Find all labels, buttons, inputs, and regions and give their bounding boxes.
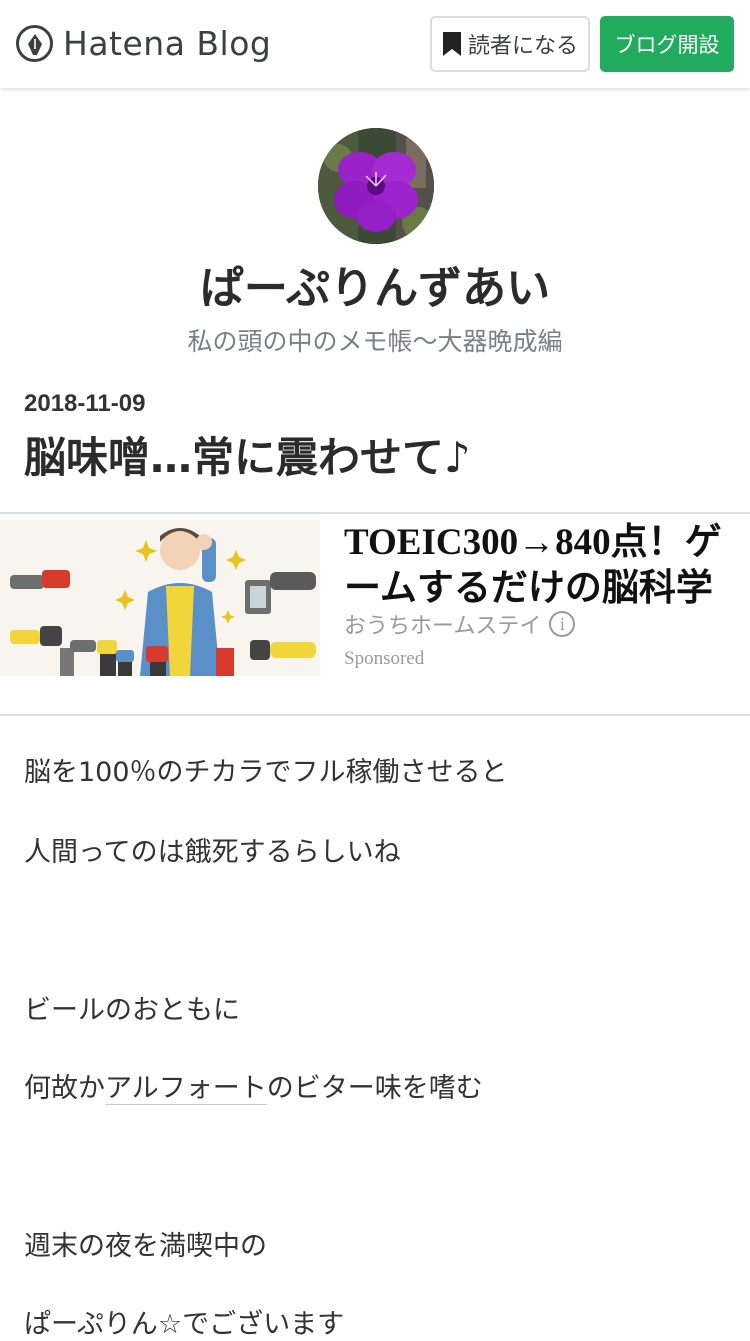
- top-bar: Hatena Blog 読者になる ブログ開設: [0, 0, 750, 88]
- ad-image[interactable]: [0, 520, 320, 676]
- entry-date[interactable]: 2018-11-09: [24, 390, 145, 418]
- pen-nib-icon: [16, 24, 53, 62]
- sponsored-label: Sponsored: [344, 648, 425, 669]
- ad-advertiser[interactable]: おうちホームステイ i: [344, 608, 576, 640]
- blog-title[interactable]: ぱーぷりんずあい: [0, 252, 750, 316]
- purple-flower-photo-icon: [318, 128, 434, 244]
- paragraph-6: ぱーぷりん☆でございます: [24, 1309, 345, 1340]
- entry-title[interactable]: 脳味噌…常に震わせて♪: [24, 424, 471, 485]
- paragraph-4-after: のビター味を嗜む: [266, 1073, 483, 1104]
- paragraph-1: 脳を100％のチカラでフル稼働させると: [24, 757, 508, 788]
- paragraph-3: ビールのおともに: [24, 995, 240, 1026]
- ad-headline[interactable]: TOEIC300→840点！ゲームするだけの脳科学: [344, 520, 744, 612]
- create-blog-button[interactable]: ブログ開設: [600, 16, 734, 72]
- logo-text: Hatena Blog: [63, 23, 272, 63]
- info-icon[interactable]: i: [549, 611, 576, 637]
- sponsored-ad[interactable]: TOEIC300→840点！ゲームするだけの脳科学 おうちホームステイ i Sp…: [0, 512, 750, 716]
- keyword-link-alfort[interactable]: アルフォート: [105, 1073, 267, 1105]
- blog-description: 私の頭の中のメモ帳～大器晩成編: [187, 327, 563, 356]
- paragraph-2: 人間ってのは餓死するらしいね: [24, 837, 401, 868]
- paragraph-4-before: 何故か: [24, 1073, 105, 1104]
- subscribe-button[interactable]: 読者になる: [430, 16, 590, 72]
- hatena-blog-logo[interactable]: Hatena Blog: [16, 22, 271, 64]
- subscribe-label: 読者になる: [467, 34, 578, 59]
- paragraph-5: 週末の夜を満喫中の: [24, 1231, 267, 1262]
- blog-avatar[interactable]: [318, 128, 434, 244]
- paragraph-4: 何故かアルフォートのビター味を嗜む: [24, 1066, 483, 1105]
- ad-advertiser-name: おうちホームステイ: [344, 614, 542, 639]
- press-conference-illustration-icon: [0, 520, 320, 676]
- bookmark-icon: [442, 32, 461, 56]
